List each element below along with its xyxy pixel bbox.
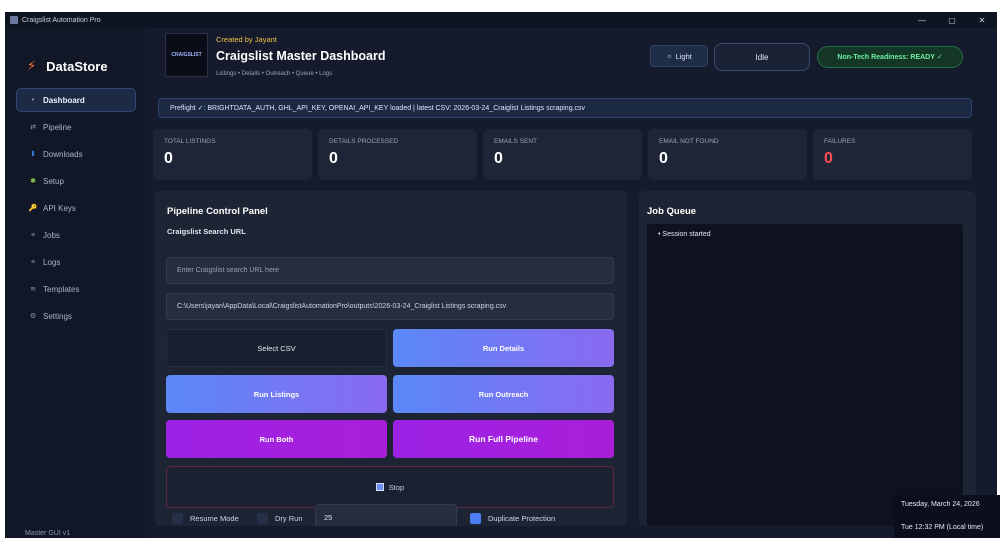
- lines-icon: ≡: [30, 258, 36, 266]
- sidebar-item-jobs[interactable]: ≡ Jobs: [16, 223, 136, 247]
- checkbox-box: [172, 513, 183, 524]
- theme-toggle-button[interactable]: ☼ Light: [650, 45, 708, 67]
- stats-row: TOTAL LISTINGS 0 DETAILS PROCESSED 0 EMA…: [153, 129, 973, 181]
- checkbox-box: [257, 513, 268, 524]
- sidebar: ⚡ DataStore • Dashboard ⇄ Pipeline ⬇ Dow…: [5, 28, 145, 538]
- template-icon: ≋: [30, 286, 36, 293]
- stat-failures: FAILURES 0: [813, 129, 972, 180]
- sidebar-item-label: Setup: [43, 176, 64, 186]
- stat-label: EMAIL NOT FOUND: [659, 138, 719, 145]
- theme-toggle-label: Light: [675, 51, 692, 61]
- stat-value: 0: [164, 150, 173, 167]
- sidebar-item-label: Jobs: [43, 230, 60, 240]
- checkbox-label: Dry Run: [275, 514, 303, 523]
- stat-label: DETAILS PROCESSED: [329, 138, 399, 145]
- stop-label: Stop: [388, 482, 405, 492]
- sidebar-item-label: Templates: [43, 284, 80, 294]
- stat-total-listings: TOTAL LISTINGS 0: [153, 129, 312, 180]
- run-listings-button[interactable]: Run Listings: [166, 375, 387, 413]
- maximize-icon[interactable]: ▢: [937, 12, 967, 28]
- puzzle-icon: ✱: [30, 178, 36, 185]
- status-indicator: Idle: [714, 43, 810, 71]
- stat-label: FAILURES: [824, 138, 856, 145]
- sidebar-nav: • Dashboard ⇄ Pipeline ⬇ Downloads ✱ Set…: [16, 88, 136, 331]
- title-bar: Craigslist Automation Pro — ▢ ✕: [5, 12, 997, 28]
- stat-value: 0: [659, 150, 668, 167]
- limit-input[interactable]: 25: [315, 504, 457, 526]
- job-queue-panel: Job Queue • Session started: [639, 191, 976, 526]
- sun-icon: ☼: [666, 52, 673, 60]
- run-outreach-button[interactable]: Run Outreach: [393, 375, 614, 413]
- stat-emails-sent: EMAILS SENT 0: [483, 129, 642, 180]
- sidebar-item-label: Logs: [43, 257, 61, 267]
- sidebar-item-pipeline[interactable]: ⇄ Pipeline: [16, 115, 136, 139]
- checkbox-label: Duplicate Protection: [488, 514, 556, 523]
- brand-name: DataStore: [46, 58, 108, 74]
- dot-icon: •: [31, 96, 35, 104]
- resume-mode-checkbox[interactable]: Resume Mode: [172, 513, 239, 524]
- run-both-button[interactable]: Run Both: [166, 420, 387, 458]
- list-icon: ≡: [30, 231, 36, 239]
- craigslist-logo: CRAIGSLIST: [165, 33, 208, 77]
- window-controls: — ▢ ✕: [907, 12, 997, 28]
- sidebar-item-label: Settings: [43, 311, 72, 321]
- sidebar-item-logs[interactable]: ≡ Logs: [16, 250, 136, 274]
- select-csv-button[interactable]: Select CSV: [166, 329, 387, 367]
- sidebar-item-settings[interactable]: ⚙ Settings: [16, 304, 136, 328]
- checkbox-box: [470, 513, 481, 524]
- stat-email-not-found: EMAIL NOT FOUND 0: [648, 129, 807, 180]
- stop-button[interactable]: Stop: [166, 466, 614, 508]
- stat-value: 0: [494, 150, 503, 167]
- sidebar-item-downloads[interactable]: ⬇ Downloads: [16, 142, 136, 166]
- version-label: Master GUI v1: [25, 530, 71, 537]
- key-icon: 🔑: [28, 205, 38, 212]
- sidebar-item-label: API Keys: [43, 203, 76, 213]
- download-icon: ⬇: [30, 151, 36, 158]
- swap-icon: ⇄: [30, 124, 36, 131]
- sidebar-item-api-keys[interactable]: 🔑 API Keys: [16, 196, 136, 220]
- readiness-badge: Non-Tech Readiness: READY ✓: [817, 46, 963, 68]
- brand: ⚡ DataStore: [27, 58, 108, 74]
- app-icon: [10, 16, 18, 24]
- minimize-icon[interactable]: —: [907, 12, 937, 28]
- sidebar-item-templates[interactable]: ≋ Templates: [16, 277, 136, 301]
- stat-label: TOTAL LISTINGS: [164, 138, 216, 145]
- page-subtitle: Listings • Details • Outreach • Queue • …: [216, 71, 333, 77]
- close-icon[interactable]: ✕: [967, 12, 997, 28]
- window-title: Craigslist Automation Pro: [22, 16, 101, 24]
- dry-run-checkbox[interactable]: Dry Run: [257, 513, 303, 524]
- logo-text: CRAIGSLIST: [171, 52, 202, 58]
- queue-entry: • Session started: [658, 231, 711, 238]
- dashboard-header: CRAIGSLIST Created by Jayant Craigslist …: [150, 28, 980, 86]
- run-full-pipeline-button[interactable]: Run Full Pipeline: [393, 420, 614, 458]
- duplicate-protection-checkbox[interactable]: Duplicate Protection: [470, 513, 555, 524]
- clock-time: Tue 12:32 PM (Local time): [901, 524, 984, 531]
- stop-icon: [375, 483, 384, 491]
- queue-title: Job Queue: [647, 206, 697, 217]
- bolt-icon: ⚡: [27, 58, 37, 73]
- sidebar-item-dashboard[interactable]: • Dashboard: [16, 88, 136, 112]
- stat-details-processed: DETAILS PROCESSED 0: [318, 129, 477, 180]
- sidebar-item-label: Pipeline: [43, 122, 72, 132]
- sidebar-item-setup[interactable]: ✱ Setup: [16, 169, 136, 193]
- queue-log[interactable]: • Session started: [647, 224, 963, 526]
- creator-label: Created by Jayant: [216, 35, 277, 44]
- sidebar-item-label: Dashboard: [43, 95, 85, 105]
- search-url-label: Craigslist Search URL: [167, 227, 246, 236]
- stat-value: 0: [824, 150, 833, 167]
- search-url-input[interactable]: Enter Craigslist search URL here: [166, 257, 614, 284]
- clock-date: Tuesday, March 24, 2026: [901, 501, 980, 508]
- run-details-button[interactable]: Run Details: [393, 329, 614, 367]
- preflight-banner: Preflight ✓: BRIGHTDATA_AUTH, GHL_API_KE…: [158, 98, 972, 118]
- checkbox-label: Resume Mode: [190, 514, 239, 523]
- page-title: Craigslist Master Dashboard: [216, 49, 386, 63]
- csv-path-field[interactable]: C:\Users\jayan\AppData\Local\CraigslistA…: [166, 293, 614, 320]
- gear-icon: ⚙: [29, 313, 37, 320]
- taskbar-clock[interactable]: Tuesday, March 24, 2026 Tue 12:32 PM (Lo…: [894, 495, 1000, 538]
- stat-label: EMAILS SENT: [494, 138, 537, 145]
- panel-title: Pipeline Control Panel: [167, 206, 268, 217]
- pipeline-control-panel: Pipeline Control Panel Craigslist Search…: [154, 191, 627, 526]
- stat-value: 0: [329, 150, 338, 167]
- sidebar-item-label: Downloads: [43, 149, 83, 159]
